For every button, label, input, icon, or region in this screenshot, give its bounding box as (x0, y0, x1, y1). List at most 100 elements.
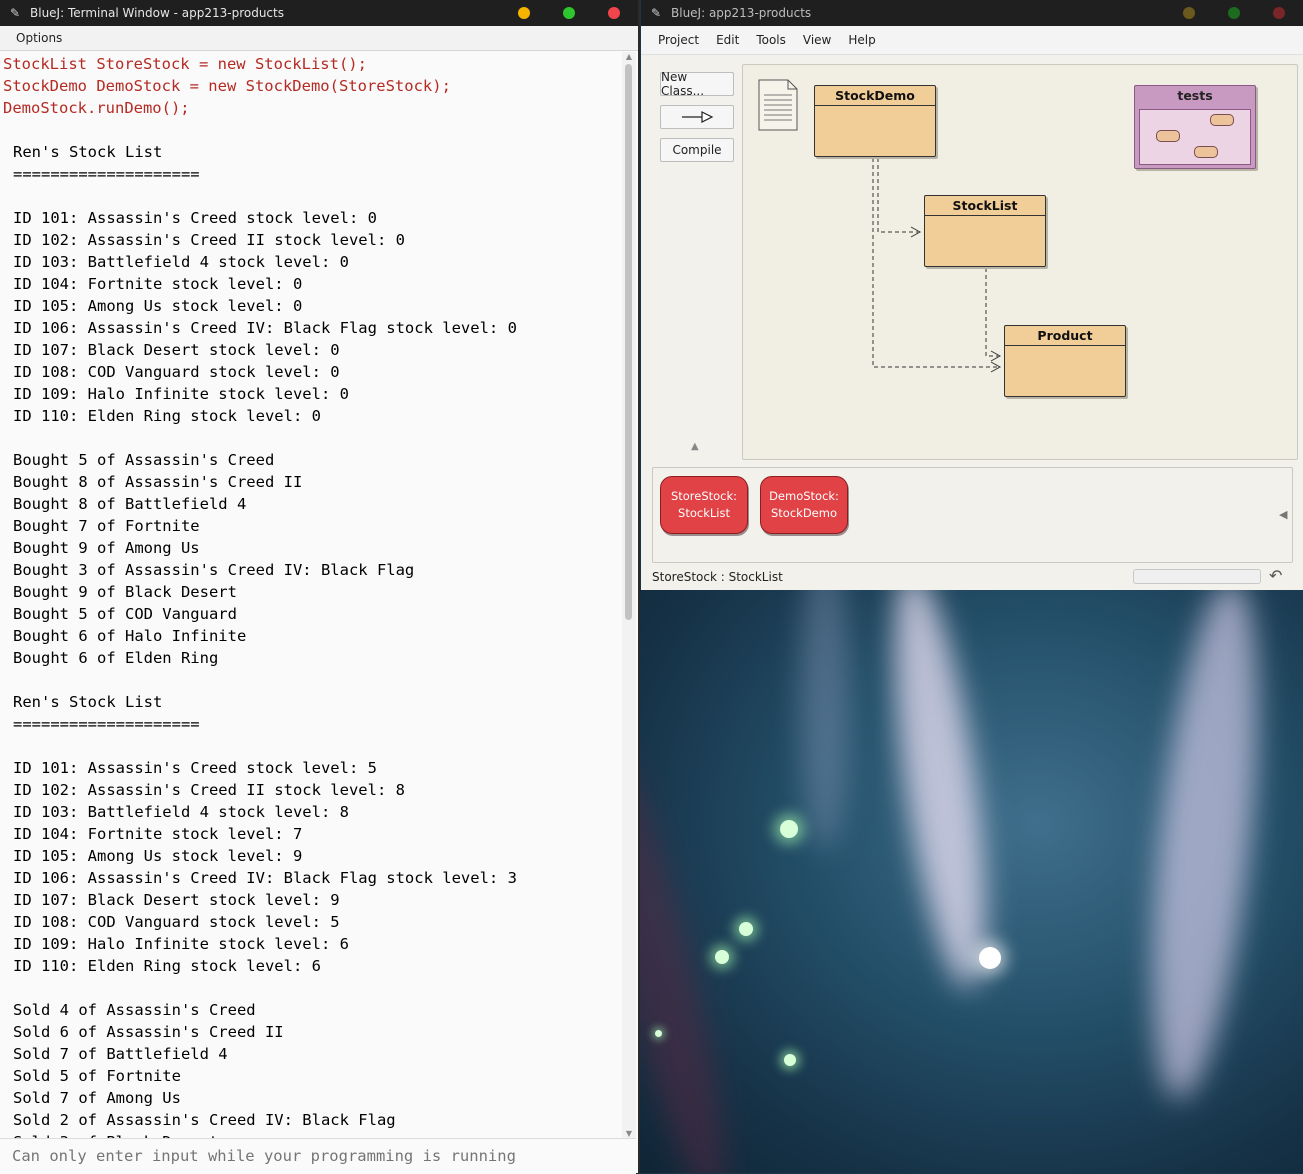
class-stockdemo[interactable]: StockDemo (814, 85, 936, 157)
output-line: ID 107: Black Desert stock level: 0 (13, 341, 340, 359)
menu-help[interactable]: Help (848, 33, 875, 47)
close-button[interactable] (1273, 7, 1285, 19)
output-line: ID 104: Fortnite stock level: 7 (13, 825, 303, 843)
new-class-button[interactable]: New Class... (660, 70, 734, 98)
output-line: Bought 8 of Assassin's Creed II (13, 473, 303, 491)
terminal-input-area (0, 1138, 636, 1174)
output-line: ==================== (13, 165, 200, 183)
scroll-up-arrow-icon[interactable]: ▲ (622, 52, 636, 61)
output-line: ID 105: Among Us stock level: 9 (13, 847, 303, 865)
arrow-tool-button[interactable] (660, 105, 734, 129)
output-line: ID 108: COD Vanguard stock level: 5 (13, 913, 340, 931)
class-name: Product (1005, 326, 1125, 346)
output-line: ID 104: Fortnite stock level: 0 (13, 275, 303, 293)
output-line: Bought 8 of Battlefield 4 (13, 495, 247, 513)
terminal-scrollbar[interactable]: ▲ ▼ (622, 52, 636, 1138)
package-class-pill (1210, 114, 1234, 126)
output-line: Ren's Stock List (13, 693, 163, 711)
object-type: StockDemo (771, 506, 837, 520)
class-name: StockDemo (815, 86, 935, 106)
menu-project[interactable]: Project (658, 33, 699, 47)
scrollbar-thumb[interactable] (625, 64, 632, 620)
arrow-tool-icon (682, 111, 714, 123)
output-line: ID 102: Assassin's Creed II stock level:… (13, 231, 405, 249)
object-type: StockList (678, 506, 730, 520)
output-line: ID 109: Halo Infinite stock level: 0 (13, 385, 349, 403)
output-line: ID 110: Elden Ring stock level: 6 (13, 957, 321, 975)
desktop-wallpaper (640, 590, 1303, 1173)
output-line: Bought 9 of Black Desert (13, 583, 237, 601)
terminal-title: BlueJ: Terminal Window - app213-products (30, 6, 284, 20)
output-line: Bought 6 of Elden Ring (13, 649, 219, 667)
output-line: Sold 5 of Fortnite (13, 1067, 181, 1085)
status-bar: StoreStock : StockList ↶ (641, 566, 1303, 588)
package-name: tests (1177, 88, 1213, 103)
class-product[interactable]: Product (1004, 325, 1126, 397)
class-diagram[interactable]: StockDemo StockList Product tests (742, 64, 1298, 460)
output-line: Bought 3 of Assassin's Creed IV: Black F… (13, 561, 415, 579)
output-line: ID 106: Assassin's Creed IV: Black Flag … (13, 869, 517, 887)
class-name: StockList (925, 196, 1045, 216)
bluej-app-icon: ✎ (651, 6, 662, 20)
output-line: ID 107: Black Desert stock level: 9 (13, 891, 340, 909)
package-class-pill (1156, 130, 1180, 142)
menu-edit[interactable]: Edit (716, 33, 739, 47)
output-line: Sold 2 of Assassin's Creed IV: Black Fla… (13, 1111, 396, 1129)
project-menubar: Project Edit Tools View Help (641, 26, 1303, 55)
output-line: Sold 6 of Assassin's Creed II (13, 1023, 284, 1041)
output-line: Bought 5 of COD Vanguard (13, 605, 237, 623)
close-button[interactable] (608, 7, 620, 19)
output-line: ID 103: Battlefield 4 stock level: 0 (13, 253, 349, 271)
reset-arrow-icon[interactable]: ↶ (1269, 566, 1282, 585)
object-bench[interactable]: StoreStock: StockList DemoStock: StockDe… (652, 467, 1293, 563)
output-line: Bought 9 of Among Us (13, 539, 200, 557)
output-line: ID 101: Assassin's Creed stock level: 0 (13, 209, 377, 227)
output-line: Bought 6 of Halo Infinite (13, 627, 247, 645)
progress-bar (1133, 569, 1261, 584)
output-line: Bought 7 of Fortnite (13, 517, 200, 535)
menu-tools[interactable]: Tools (756, 33, 786, 47)
object-storestock[interactable]: StoreStock: StockList (660, 476, 748, 534)
output-line: Ren's Stock List (13, 143, 163, 161)
minimize-button[interactable] (518, 7, 530, 19)
maximize-button[interactable] (1228, 7, 1240, 19)
command-line: StockList StoreStock = new StockList(); (3, 55, 367, 73)
collapse-left-triangle-icon[interactable]: ◀ (1279, 508, 1287, 521)
menu-options[interactable]: Options (16, 31, 62, 45)
command-line: StockDemo DemoStock = new StockDemo(Stor… (3, 77, 451, 95)
object-demostock[interactable]: DemoStock: StockDemo (760, 476, 848, 534)
class-stocklist[interactable]: StockList (924, 195, 1046, 267)
output-line: ID 102: Assassin's Creed II stock level:… (13, 781, 405, 799)
minimize-button[interactable] (1183, 7, 1195, 19)
output-line: ID 103: Battlefield 4 stock level: 8 (13, 803, 349, 821)
output-line: ID 106: Assassin's Creed IV: Black Flag … (13, 319, 517, 337)
terminal-titlebar[interactable]: ✎ BlueJ: Terminal Window - app213-produc… (0, 0, 638, 26)
output-line: ==================== (13, 715, 200, 733)
maximize-button[interactable] (563, 7, 575, 19)
package-tests[interactable]: tests (1134, 85, 1256, 169)
bluej-app-icon: ✎ (10, 6, 21, 20)
scroll-down-arrow-icon[interactable]: ▼ (622, 1129, 636, 1138)
terminal-input[interactable] (0, 1139, 632, 1171)
menu-view[interactable]: View (803, 33, 831, 47)
output-line: ID 108: COD Vanguard stock level: 0 (13, 363, 340, 381)
terminal-window: ✎ BlueJ: Terminal Window - app213-produc… (0, 0, 640, 1174)
package-class-pill (1194, 146, 1218, 158)
project-titlebar[interactable]: ✎ BlueJ: app213-products (641, 0, 1303, 26)
object-name: StoreStock: (670, 489, 738, 503)
output-line: ID 101: Assassin's Creed stock level: 5 (13, 759, 377, 777)
terminal-menubar: Options (0, 26, 638, 51)
collapse-up-triangle-icon[interactable]: ▲ (691, 441, 699, 452)
terminal-output[interactable]: StockList StoreStock = new StockList(); … (0, 52, 622, 1138)
output-line: Sold 7 of Battlefield 4 (13, 1045, 228, 1063)
output-line: ID 109: Halo Infinite stock level: 6 (13, 935, 349, 953)
compile-button[interactable]: Compile (660, 138, 734, 162)
package-preview (1139, 109, 1251, 165)
output-line: ID 110: Elden Ring stock level: 0 (13, 407, 321, 425)
output-line: Sold 7 of Among Us (13, 1089, 181, 1107)
